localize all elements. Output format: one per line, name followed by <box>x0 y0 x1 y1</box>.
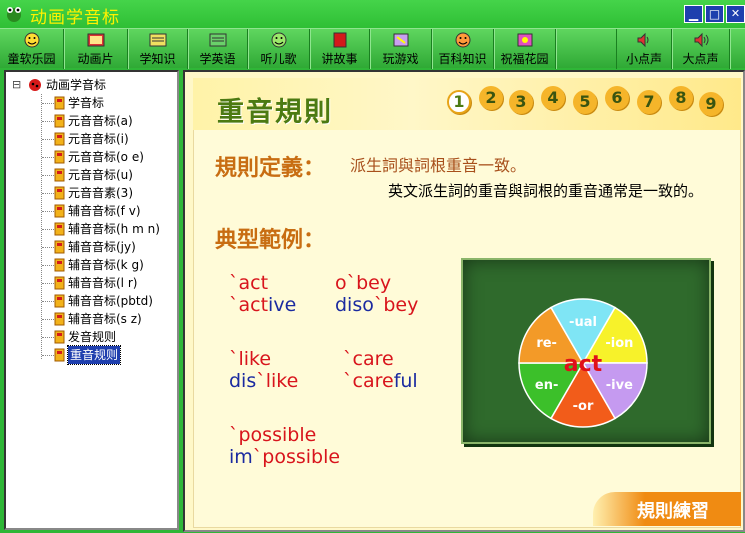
lesson-tree: ⊟ 动画学音标 学音标 元音音标(a) 元音音标(i) 元音音标(o e) 元音音标(u… <box>4 70 179 530</box>
pencil-icon <box>54 132 65 146</box>
speaker-high-icon <box>694 32 708 48</box>
book-red-icon <box>333 32 346 48</box>
pencil-icon <box>54 204 65 218</box>
toolbar-stories-button[interactable]: 讲故事 <box>310 29 370 69</box>
toolbar-songs-button[interactable]: 听儿歌 <box>248 29 310 69</box>
pencil-icon <box>54 150 65 164</box>
toolbar-games-button[interactable]: 玩游戏 <box>370 29 432 69</box>
page-number-button[interactable]: 1 <box>447 90 471 114</box>
examples-heading: 典型範例： <box>215 228 326 253</box>
page-number-button[interactable]: 3 <box>509 90 533 114</box>
wheel-segment-label: en- <box>535 378 558 393</box>
pencil-icon <box>54 222 65 236</box>
pencil-icon <box>54 186 65 200</box>
toolbar-volume-down-button[interactable]: 小点声 <box>616 29 672 69</box>
pencil-icon <box>54 168 65 182</box>
page-number-button[interactable]: 4 <box>541 86 565 110</box>
page-number-button[interactable]: 8 <box>669 86 693 110</box>
book-icon <box>149 33 166 47</box>
suffix-wheel[interactable]: -ual -ion -ive -or en-re-act <box>517 297 649 429</box>
definition-text: 派生詞與詞根重音一致。 <box>350 156 527 175</box>
toolbar: 童软乐园 动画片 学知识 学英语 听儿歌 讲故事 玩游戏 百科知识 祝福花园 小… <box>0 28 745 69</box>
ladybug-icon <box>29 79 41 91</box>
definition-heading: 規則定義： <box>215 156 326 181</box>
pencil-icon <box>54 294 65 308</box>
example-word[interactable]: `active <box>229 294 296 316</box>
smiley-icon <box>455 32 470 48</box>
lesson-title: 重音規則 <box>217 97 333 128</box>
wheel-segment-label: -ual <box>569 315 597 330</box>
flower-icon <box>517 33 532 47</box>
frog-icon <box>7 7 21 22</box>
minimize-button[interactable]: ▁ <box>684 5 703 23</box>
wheel-segment-label: -ive <box>606 378 633 393</box>
example-word[interactable]: dis`like <box>229 370 298 392</box>
pencil-icon <box>54 114 65 128</box>
toolbar-kids-park-button[interactable]: 童软乐园 <box>0 29 64 69</box>
window-title: 动画学音标 <box>30 8 120 28</box>
tree-collapse-toggle[interactable]: ⊟ <box>12 78 21 91</box>
example-word[interactable]: `care <box>343 348 394 370</box>
close-button[interactable]: ✕ <box>726 5 745 23</box>
game-icon <box>393 33 408 47</box>
film-icon <box>87 33 104 47</box>
smiley-icon <box>271 32 286 48</box>
app-window: 动画学音标 ▁ □ ✕ 童软乐园 动画片 学知识 学英语 听儿歌 讲故事 玩游戏… <box>0 0 745 533</box>
wheel-segment-label: re- <box>536 336 557 351</box>
toolbar-english-button[interactable]: 学英语 <box>188 29 248 69</box>
toolbar-volume-up-button[interactable]: 大点声 <box>672 29 730 69</box>
chalkboard: -ual -ion -ive -or en-re-act <box>461 258 711 444</box>
pencil-icon <box>54 96 65 110</box>
page-number-button[interactable]: 2 <box>479 86 503 110</box>
speaker-low-icon <box>637 32 649 48</box>
page-number-button[interactable]: 7 <box>637 90 661 114</box>
example-word[interactable]: `like <box>229 348 271 370</box>
toolbar-encyclopedia-button[interactable]: 百科知识 <box>432 29 494 69</box>
wheel-segment-label: -ion <box>605 336 633 351</box>
example-word[interactable]: `possible <box>229 424 316 446</box>
example-word[interactable]: `act <box>229 272 268 294</box>
pencil-icon <box>54 240 65 254</box>
example-word[interactable]: im`possible <box>229 446 340 468</box>
pencil-icon <box>54 330 65 344</box>
example-word[interactable]: o`bey <box>335 272 391 294</box>
definition-detail: 英文派生詞的重音與詞根的重音通常是一致的。 <box>388 182 704 200</box>
practice-button[interactable]: 規則練習 <box>593 492 741 526</box>
toolbar-garden-button[interactable]: 祝福花园 <box>494 29 556 69</box>
title-bar: 动画学音标 ▁ □ ✕ <box>0 0 745 28</box>
example-word[interactable]: `careful <box>343 370 418 392</box>
maximize-button[interactable]: □ <box>705 5 724 23</box>
pencil-icon <box>54 312 65 326</box>
pencil-icon <box>54 258 65 272</box>
wheel-segment-label: -or <box>573 399 594 414</box>
toolbar-cartoon-button[interactable]: 动画片 <box>64 29 128 69</box>
pencil-icon <box>54 348 65 362</box>
content-panel: 重音規則 123456789 規則定義： 派生詞與詞根重音一致。 英文派生詞的重… <box>183 70 745 532</box>
pencil-icon <box>54 276 65 290</box>
wheel-center-word: act <box>564 352 603 377</box>
abc-icon <box>209 33 226 47</box>
page-number-button[interactable]: 5 <box>573 90 597 114</box>
toolbar-knowledge-button[interactable]: 学知识 <box>128 29 188 69</box>
page-number-button[interactable]: 6 <box>605 86 629 110</box>
example-word[interactable]: diso`bey <box>335 294 418 316</box>
page-number-button[interactable]: 9 <box>699 92 723 116</box>
smiley-icon <box>24 32 39 48</box>
